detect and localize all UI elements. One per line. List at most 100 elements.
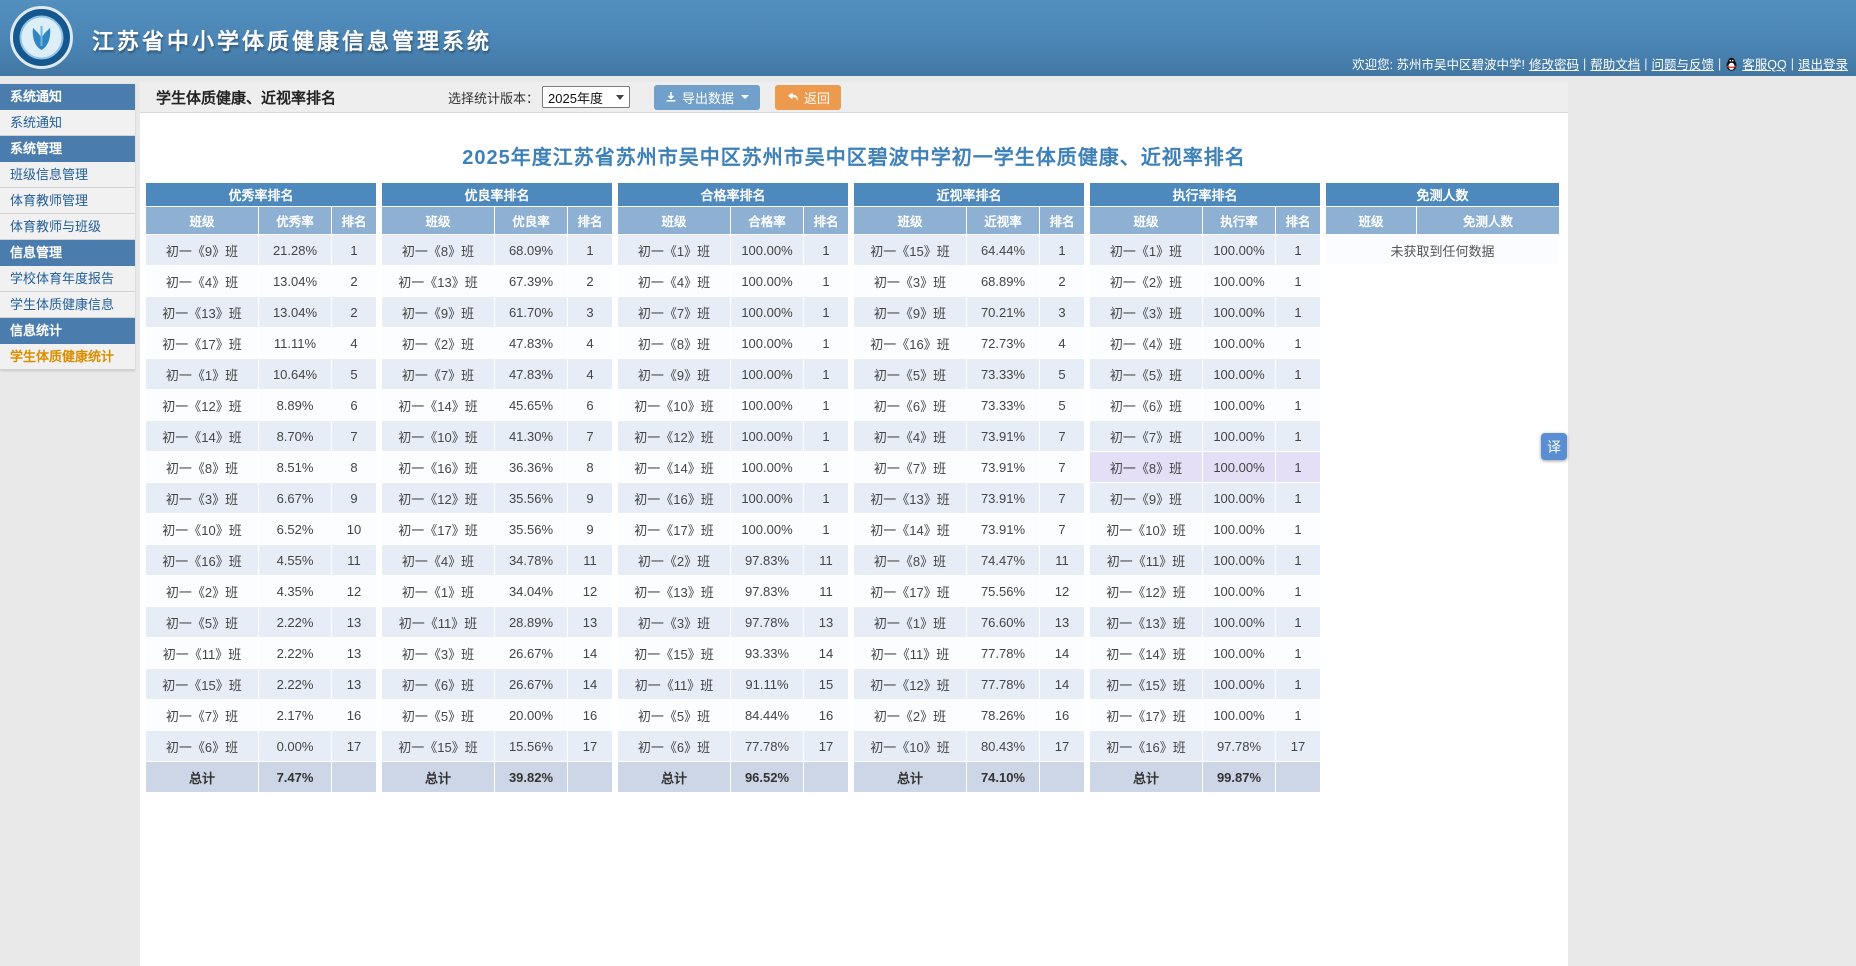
table-column-header: 执行率 [1203, 207, 1275, 234]
sidebar-item[interactable]: 系统通知 [0, 110, 135, 136]
table-row: 初一《12》班77.78%14 [854, 669, 1084, 699]
table-row: 初一《13》班13.04%2 [146, 297, 376, 327]
qq-service-link[interactable]: 客服QQ [1742, 54, 1786, 73]
table-cell: 初一《17》班 [146, 328, 258, 358]
help-doc-link[interactable]: 帮助文档 [1590, 54, 1640, 73]
sidebar-item[interactable]: 学生体质健康信息 [0, 292, 135, 318]
table-cell: 初一《13》班 [382, 266, 494, 296]
table-cell: 6.67% [259, 483, 331, 513]
ranking-table: 执行率排名班级执行率排名初一《1》班100.00%1初一《2》班100.00%1… [1089, 182, 1321, 793]
table-cell: 初一《12》班 [382, 483, 494, 513]
translate-float-button[interactable]: 译 [1541, 433, 1567, 460]
table-cell: 99.87% [1203, 762, 1275, 792]
table-cell: 13 [332, 669, 376, 699]
table-cell: 初一《8》班 [618, 328, 730, 358]
table-cell: 4 [568, 328, 612, 358]
table-cell: 47.83% [495, 328, 567, 358]
sidebar-section-header[interactable]: 系统管理 [0, 136, 135, 162]
table-cell: 总计 [1090, 762, 1202, 792]
table-header-row: 班级优秀率排名 [146, 207, 376, 234]
table-cell: 1 [804, 483, 848, 513]
table-cell: 初一《8》班 [1090, 452, 1202, 482]
table-cell: 73.91% [967, 483, 1039, 513]
table-cell: 初一《17》班 [382, 514, 494, 544]
link-separator: | [1583, 57, 1586, 71]
table-cell: 100.00% [731, 421, 803, 451]
sidebar-item[interactable]: 体育教师与班级 [0, 214, 135, 240]
table-cell: 67.39% [495, 266, 567, 296]
logout-link[interactable]: 退出登录 [1798, 54, 1848, 73]
table-cell: 初一《13》班 [854, 483, 966, 513]
table-row: 初一《6》班77.78%17 [618, 731, 848, 761]
table-cell: 13 [1040, 607, 1084, 637]
table-cell: 1 [804, 452, 848, 482]
sidebar-section-header[interactable]: 系统通知 [0, 84, 135, 110]
sidebar-item[interactable]: 学校体育年度报告 [0, 266, 135, 292]
sidebar-item[interactable]: 班级信息管理 [0, 162, 135, 188]
table-cell: 1 [1276, 235, 1320, 265]
feedback-link[interactable]: 问题与反馈 [1652, 54, 1715, 73]
table-cell: 初一《5》班 [382, 700, 494, 730]
table-cell: 初一《14》班 [618, 452, 730, 482]
table-cell: 初一《5》班 [618, 700, 730, 730]
table-cell: 73.91% [967, 421, 1039, 451]
table-cell: 初一《12》班 [854, 669, 966, 699]
sidebar-section-header[interactable]: 信息管理 [0, 240, 135, 266]
table-row: 初一《8》班100.00%1 [618, 328, 848, 358]
table-cell: 初一《17》班 [618, 514, 730, 544]
table-cell: 初一《16》班 [382, 452, 494, 482]
table-cell: 初一《14》班 [1090, 638, 1202, 668]
table-cell: 初一《7》班 [382, 359, 494, 389]
table-cell: 100.00% [1203, 576, 1275, 606]
table-cell: 6.52% [259, 514, 331, 544]
sidebar-item[interactable]: 体育教师管理 [0, 188, 135, 214]
table-row: 初一《8》班100.00%1 [1090, 452, 1320, 482]
toolbar: 学生体质健康、近视率排名 选择统计版本： 2025年度 导出数据 返回 [140, 82, 1568, 113]
table-cell: 20.00% [495, 700, 567, 730]
table-cell: 初一《13》班 [618, 576, 730, 606]
table-row: 初一《4》班100.00%1 [1090, 328, 1320, 358]
table-cell: 84.44% [731, 700, 803, 730]
table-cell [804, 762, 848, 792]
table-row: 初一《8》班68.09%1 [382, 235, 612, 265]
table-row: 初一《6》班73.33%5 [854, 390, 1084, 420]
version-select[interactable]: 2025年度 [542, 86, 630, 108]
table-row: 初一《12》班35.56%9 [382, 483, 612, 513]
table-cell: 100.00% [731, 266, 803, 296]
export-data-button[interactable]: 导出数据 [654, 85, 760, 110]
back-button[interactable]: 返回 [775, 85, 841, 110]
table-row: 初一《9》班70.21%3 [854, 297, 1084, 327]
table-cell: 100.00% [1203, 514, 1275, 544]
table-cell: 初一《4》班 [382, 545, 494, 575]
table-cell: 1 [1276, 452, 1320, 482]
table-cell: 100.00% [731, 390, 803, 420]
table-row: 初一《11》班77.78%14 [854, 638, 1084, 668]
table-row: 初一《16》班100.00%1 [618, 483, 848, 513]
table-row: 初一《9》班61.70%3 [382, 297, 612, 327]
table-cell: 8 [568, 452, 612, 482]
ranking-table: 近视率排名班级近视率排名初一《15》班64.44%1初一《3》班68.89%2初… [853, 182, 1085, 793]
table-cell: 13 [804, 607, 848, 637]
table-column-header: 班级 [854, 207, 966, 234]
table-row: 初一《14》班45.65%6 [382, 390, 612, 420]
table-cell: 2 [332, 266, 376, 296]
table-row: 初一《11》班2.22%13 [146, 638, 376, 668]
table-cell: 100.00% [1203, 638, 1275, 668]
table-cell: 41.30% [495, 421, 567, 451]
table-cell: 7 [332, 421, 376, 451]
welcome-text: 欢迎您: 苏州市吴中区碧波中学! [1352, 54, 1525, 73]
table-cell: 5 [332, 359, 376, 389]
table-row: 初一《9》班21.28%1 [146, 235, 376, 265]
table-cell: 初一《9》班 [854, 297, 966, 327]
ranking-table: 合格率排名班级合格率排名初一《1》班100.00%1初一《4》班100.00%1… [617, 182, 849, 793]
table-cell: 34.78% [495, 545, 567, 575]
change-password-link[interactable]: 修改密码 [1529, 54, 1579, 73]
sidebar-item[interactable]: 学生体质健康统计 [0, 344, 135, 370]
table-cell: 97.78% [731, 607, 803, 637]
table-cell: 100.00% [1203, 669, 1275, 699]
table-cell: 100.00% [1203, 545, 1275, 575]
table-column-header: 排名 [568, 207, 612, 234]
sidebar-section-header[interactable]: 信息统计 [0, 318, 135, 344]
table-row: 初一《2》班97.83%11 [618, 545, 848, 575]
table-cell: 100.00% [1203, 297, 1275, 327]
